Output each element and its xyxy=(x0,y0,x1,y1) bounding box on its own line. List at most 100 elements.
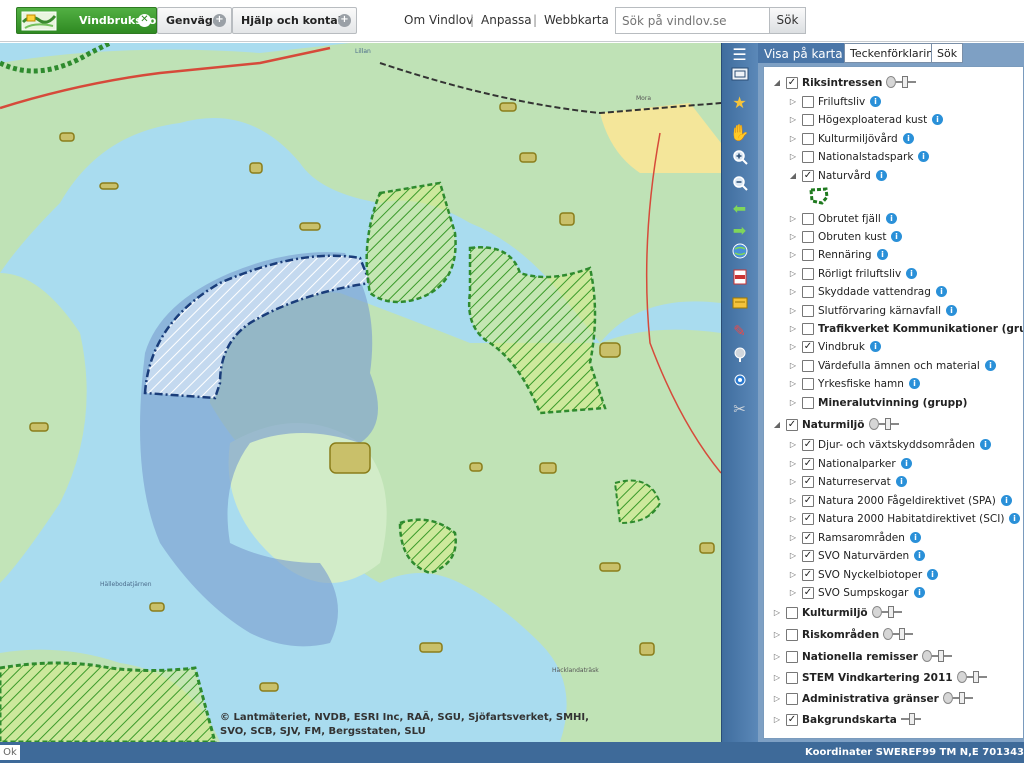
expand-triangle-icon[interactable]: ▷ xyxy=(788,456,798,472)
layer-checkbox[interactable] xyxy=(802,495,814,507)
opacity-slider[interactable] xyxy=(922,650,952,662)
link-anpassa[interactable]: Anpassa xyxy=(481,13,532,27)
close-tab-icon[interactable]: ✕ xyxy=(138,14,151,27)
pdf-icon[interactable] xyxy=(728,269,751,289)
info-icon[interactable]: i xyxy=(906,268,917,279)
layer-checkbox[interactable] xyxy=(786,714,798,726)
expand-triangle-icon[interactable]: ▷ xyxy=(788,530,798,546)
info-icon[interactable]: i xyxy=(909,378,920,389)
info-icon[interactable]: i xyxy=(927,569,938,580)
expand-triangle-icon[interactable]: ▷ xyxy=(788,94,798,110)
tab-hjalp-och-kontakt[interactable]: Hjälp och kontakt + xyxy=(232,7,357,34)
info-icon[interactable]: i xyxy=(1009,513,1020,524)
link-om-vindlov[interactable]: Om Vindlov xyxy=(404,13,473,27)
layer-checkbox[interactable] xyxy=(802,569,814,581)
expand-triangle-icon[interactable]: ▷ xyxy=(788,339,798,355)
info-icon[interactable]: i xyxy=(903,133,914,144)
map-view[interactable]: Lillan Hällebodatjärnen Mora Häcklandatr… xyxy=(0,43,721,742)
add-tab-icon[interactable]: + xyxy=(213,14,226,27)
info-icon[interactable]: i xyxy=(910,532,921,543)
layer-checkbox[interactable] xyxy=(802,249,814,261)
tab-genvagar[interactable]: Genvägar + xyxy=(157,7,232,34)
info-icon[interactable]: i xyxy=(918,151,929,162)
tab-visa-pa-karta[interactable]: Visa på karta xyxy=(758,43,849,63)
layer-checkbox[interactable] xyxy=(802,360,814,372)
layer-checkbox[interactable] xyxy=(802,476,814,488)
expand-triangle-icon[interactable]: ▷ xyxy=(788,266,798,282)
opacity-slider[interactable] xyxy=(869,418,899,430)
add-tab-icon[interactable]: + xyxy=(338,14,351,27)
expand-triangle-icon[interactable]: ▷ xyxy=(772,712,782,728)
expand-triangle-icon[interactable]: ▷ xyxy=(788,211,798,227)
info-icon[interactable]: i xyxy=(980,439,991,450)
expand-triangle-icon[interactable]: ▷ xyxy=(788,437,798,453)
tab-sok[interactable]: Sök xyxy=(931,43,964,63)
layer-checkbox[interactable] xyxy=(802,341,814,353)
opacity-slider[interactable] xyxy=(886,76,916,88)
slider-knob[interactable] xyxy=(959,692,965,704)
slider-knob[interactable] xyxy=(973,671,979,683)
globe-icon[interactable] xyxy=(728,243,751,263)
expand-triangle-icon[interactable]: ▷ xyxy=(788,585,798,601)
info-icon[interactable]: i xyxy=(876,170,887,181)
expand-triangle-icon[interactable]: ▷ xyxy=(788,358,798,374)
layer-checkbox[interactable] xyxy=(802,213,814,225)
layer-checkbox[interactable] xyxy=(786,419,798,431)
expand-triangle-icon[interactable]: ▷ xyxy=(788,395,798,411)
layer-checkbox[interactable] xyxy=(786,77,798,89)
collapse-triangle-icon[interactable]: ◢ xyxy=(788,168,798,184)
info-icon[interactable]: i xyxy=(936,286,947,297)
expand-triangle-icon[interactable]: ▷ xyxy=(788,567,798,583)
full-extent-icon[interactable] xyxy=(728,67,751,87)
opacity-slider[interactable] xyxy=(872,606,902,618)
expand-triangle-icon[interactable]: ▷ xyxy=(788,303,798,319)
info-icon[interactable]: i xyxy=(914,587,925,598)
layer-checkbox[interactable] xyxy=(802,268,814,280)
opacity-slider[interactable] xyxy=(957,671,987,683)
info-icon[interactable]: i xyxy=(891,231,902,242)
expand-triangle-icon[interactable]: ▷ xyxy=(788,511,798,527)
layer-checkbox[interactable] xyxy=(802,378,814,390)
info-icon[interactable]: i xyxy=(877,249,888,260)
forward-arrow-icon[interactable]: ➡ xyxy=(728,221,751,241)
menu-icon[interactable]: ☰ xyxy=(728,45,751,65)
expand-triangle-icon[interactable]: ▷ xyxy=(788,229,798,245)
info-icon[interactable]: i xyxy=(901,458,912,469)
layer-checkbox[interactable] xyxy=(802,323,814,335)
layer-checkbox[interactable] xyxy=(802,587,814,599)
layer-checkbox[interactable] xyxy=(786,672,798,684)
info-icon[interactable]: i xyxy=(1001,495,1012,506)
slider-knob[interactable] xyxy=(902,76,908,88)
layer-checkbox[interactable] xyxy=(802,550,814,562)
layer-checkbox[interactable] xyxy=(802,114,814,126)
layer-checkbox[interactable] xyxy=(802,151,814,163)
layer-checkbox[interactable] xyxy=(802,286,814,298)
info-icon[interactable]: i xyxy=(886,213,897,224)
collapse-triangle-icon[interactable]: ◢ xyxy=(772,417,782,433)
info-icon[interactable]: i xyxy=(914,550,925,561)
expand-triangle-icon[interactable]: ▷ xyxy=(788,284,798,300)
pan-hand-icon[interactable]: ✋ xyxy=(728,123,751,143)
collapse-triangle-icon[interactable]: ◢ xyxy=(772,75,782,91)
layer-checkbox[interactable] xyxy=(786,651,798,663)
opacity-slider[interactable] xyxy=(883,628,913,640)
layer-checkbox[interactable] xyxy=(802,133,814,145)
search-input[interactable] xyxy=(615,7,771,34)
info-icon[interactable]: i xyxy=(870,341,881,352)
layer-checkbox[interactable] xyxy=(802,532,814,544)
expand-triangle-icon[interactable]: ▷ xyxy=(788,474,798,490)
info-icon[interactable]: i xyxy=(985,360,996,371)
expand-triangle-icon[interactable]: ▷ xyxy=(772,691,782,707)
slider-knob[interactable] xyxy=(899,628,905,640)
slider-knob[interactable] xyxy=(888,606,894,618)
expand-triangle-icon[interactable]: ▷ xyxy=(788,493,798,509)
info-icon[interactable]: i xyxy=(896,476,907,487)
slider-knob[interactable] xyxy=(938,650,944,662)
info-icon[interactable]: i xyxy=(870,96,881,107)
card-icon[interactable] xyxy=(728,295,751,315)
expand-triangle-icon[interactable]: ▷ xyxy=(772,627,782,643)
expand-triangle-icon[interactable]: ▷ xyxy=(788,548,798,564)
pin-icon[interactable] xyxy=(728,347,751,367)
expand-triangle-icon[interactable]: ▷ xyxy=(788,131,798,147)
expand-triangle-icon[interactable]: ▷ xyxy=(788,376,798,392)
